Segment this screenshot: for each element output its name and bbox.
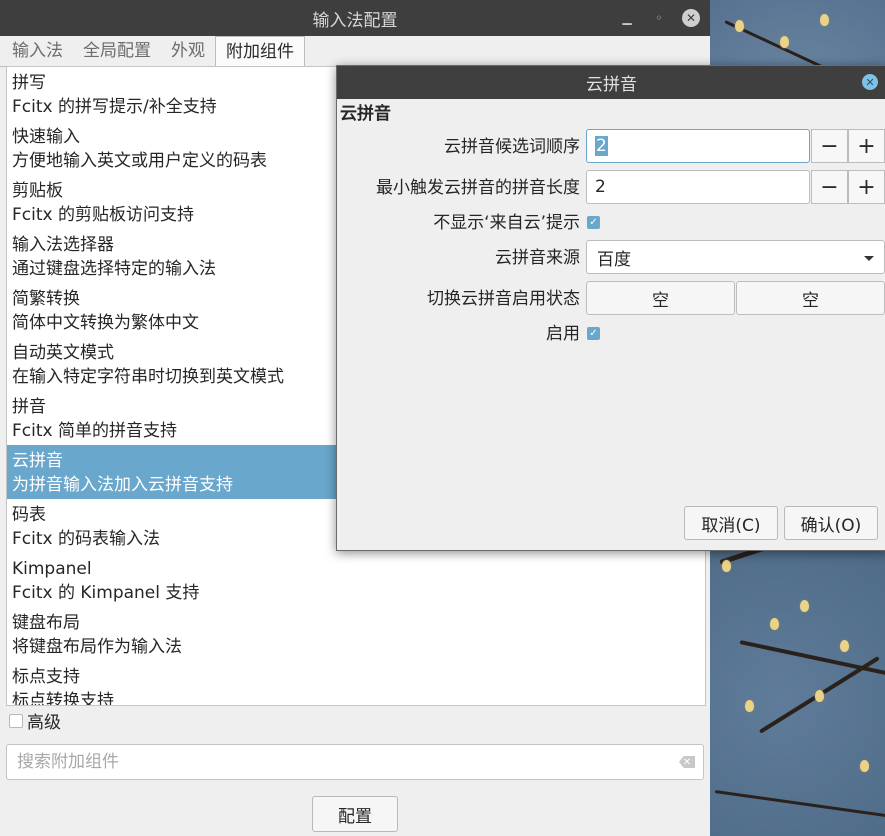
hide-hint-label: 不显示‘来自云’提示 (433, 213, 580, 233)
advanced-row: 高级 (9, 708, 61, 733)
cloud-pinyin-dialog: 云拼音 ✕ 云拼音 云拼音候选词顺序 2 − + 最小触发云拼音的拼音长度 2 … (336, 65, 885, 551)
min-length-value: 2 (595, 177, 606, 197)
search-input[interactable] (15, 746, 679, 778)
enable-checkbox[interactable]: ✓ (587, 327, 600, 340)
min-length-input[interactable]: 2 (586, 170, 810, 204)
candidate-order-row: 云拼音候选词顺序 2 − + (337, 129, 885, 165)
min-length-label: 最小触发云拼音的拼音长度 (376, 178, 580, 198)
candidate-order-label: 云拼音候选词顺序 (444, 137, 580, 157)
tab-input-method[interactable]: 输入法 (2, 36, 73, 66)
clear-icon[interactable]: ✕ (679, 756, 695, 768)
hide-hint-checkbox[interactable]: ✓ (587, 216, 600, 229)
list-item[interactable]: Kimpanel Fcitx 的 Kimpanel 支持 (7, 553, 705, 607)
increment-button[interactable]: + (848, 129, 885, 163)
tab-bar: 输入法 全局配置 外观 附加组件 (0, 36, 710, 67)
minimize-icon[interactable]: ▁ (618, 9, 636, 27)
advanced-checkbox[interactable] (9, 713, 23, 728)
tab-appearance[interactable]: 外观 (161, 36, 215, 66)
main-titlebar[interactable]: 输入法配置 ▁ ◦ ✕ (0, 0, 710, 36)
chevron-down-icon (864, 256, 874, 261)
advanced-label: 高级 (27, 713, 61, 733)
toggle-key-button-1[interactable]: 空 (586, 281, 735, 315)
hide-hint-row: 不显示‘来自云’提示 ✓ (337, 205, 885, 241)
tab-global-config[interactable]: 全局配置 (73, 36, 161, 66)
addon-name: 标点支持 (12, 667, 80, 687)
source-label: 云拼音来源 (495, 248, 580, 268)
enable-label: 启用 (546, 324, 580, 344)
addon-desc: Fcitx 的 Kimpanel 支持 (12, 583, 200, 603)
toggle-key-button-2[interactable]: 空 (736, 281, 885, 315)
toggle-row: 切换云拼音启用状态 空 空 (337, 281, 885, 317)
close-icon[interactable]: ✕ (682, 9, 700, 27)
window-title: 输入法配置 (312, 10, 398, 31)
enable-row: 启用 ✓ (337, 316, 885, 352)
source-value: 百度 (597, 249, 631, 270)
addon-desc: 标点转换支持 (12, 691, 114, 706)
source-row: 云拼音来源 百度 (337, 240, 885, 276)
list-item[interactable]: 键盘布局将键盘布局作为输入法 (7, 607, 705, 661)
candidate-order-value: 2 (595, 136, 608, 156)
addon-name: 键盘布局 (12, 613, 80, 633)
search-box: ✕ (6, 744, 704, 780)
increment-button[interactable]: + (848, 170, 885, 204)
maximize-icon[interactable]: ◦ (650, 9, 668, 27)
close-icon[interactable]: ✕ (862, 74, 878, 90)
list-item[interactable]: 标点支持标点转换支持 (7, 661, 705, 706)
addon-name: Kimpanel (12, 559, 92, 579)
tab-addons[interactable]: 附加组件 (215, 36, 305, 67)
section-title: 云拼音 (340, 104, 391, 124)
candidate-order-input[interactable]: 2 (586, 129, 810, 163)
decrement-button[interactable]: − (811, 170, 848, 204)
addon-desc: 将键盘布局作为输入法 (12, 637, 182, 657)
configure-button[interactable]: 配置 (312, 796, 398, 832)
toggle-label: 切换云拼音启用状态 (427, 289, 580, 309)
dialog-title: 云拼音 (586, 75, 637, 95)
cancel-button[interactable]: 取消(C) (684, 506, 778, 540)
decrement-button[interactable]: − (811, 129, 848, 163)
ok-button[interactable]: 确认(O) (784, 506, 878, 540)
dialog-titlebar[interactable]: 云拼音 ✕ (337, 66, 885, 99)
source-select[interactable]: 百度 (586, 240, 885, 274)
min-length-row: 最小触发云拼音的拼音长度 2 − + (337, 170, 885, 206)
